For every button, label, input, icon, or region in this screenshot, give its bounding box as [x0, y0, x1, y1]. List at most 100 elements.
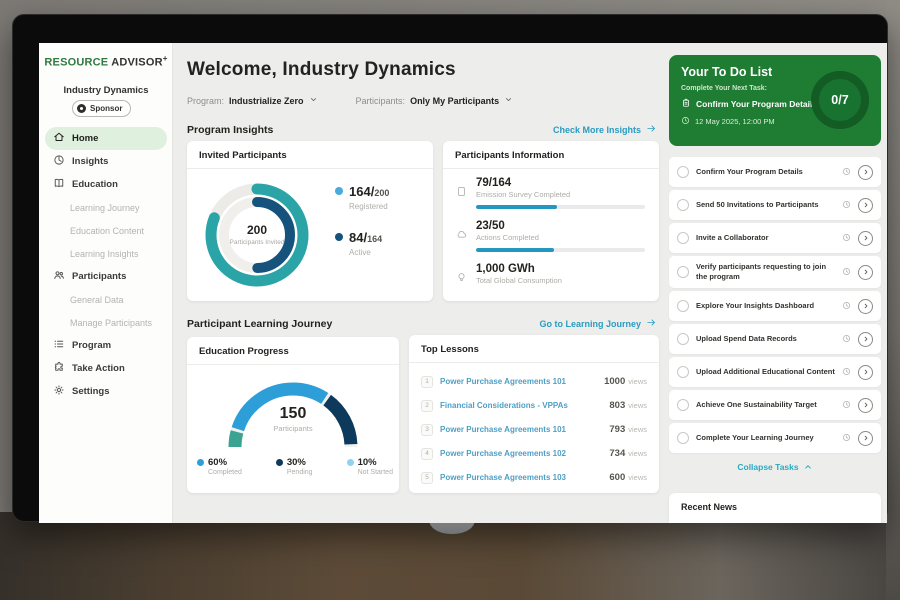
task-checkbox[interactable] [677, 266, 689, 278]
todo-next-task: Confirm Your Program Details [681, 98, 817, 110]
donut-legend-item: 164/200 Registered [335, 183, 389, 211]
chevron-down-icon [309, 95, 318, 106]
program-filter-value: Industrialize Zero [229, 96, 304, 106]
sidebar-item-education[interactable]: Education [39, 173, 173, 196]
participants-info-card: Participants Information 79/164 Emission… [443, 141, 659, 301]
todo-subtitle: Complete Your Next Task: [681, 85, 767, 92]
gauge-legend-item: 60% Completed [197, 457, 242, 476]
lesson-link[interactable]: Power Purchase Agreements 103 [440, 473, 602, 482]
legend-dot [335, 187, 343, 195]
invited-donut-chart: 200 Participants Invited [201, 179, 313, 291]
task-checkbox[interactable] [677, 166, 689, 178]
donut-center-label: 200 Participants Invited [201, 179, 313, 291]
task-row[interactable]: Invite a Collaborator [669, 223, 881, 253]
task-row[interactable]: Explore Your Insights Dashboard [669, 291, 881, 321]
task-checkbox[interactable] [677, 366, 689, 378]
brand-secondary: ADVISOR [111, 57, 163, 69]
sidebar-item-learning-journey[interactable]: Learning Journey [39, 196, 173, 219]
clock-icon [842, 196, 851, 214]
education-icon [53, 177, 65, 192]
arrow-right-icon [646, 317, 657, 330]
go-to-learning-journey-link[interactable]: Go to Learning Journey [539, 317, 657, 330]
lesson-row: 5 Power Purchase Agreements 103 600views [421, 465, 647, 490]
sidebar-item-education-content[interactable]: Education Content [39, 219, 173, 242]
insights-icon [53, 154, 65, 169]
participants-filter[interactable]: Participants: Only My Participants [356, 95, 514, 106]
task-row[interactable]: Achieve One Sustainability Target [669, 390, 881, 420]
task-row[interactable]: Confirm Your Program Details [669, 157, 881, 187]
task-checkbox[interactable] [677, 399, 689, 411]
clock-icon [842, 429, 851, 447]
chevron-up-icon [799, 462, 813, 472]
lesson-views: 734views [609, 448, 647, 459]
check-more-insights-link[interactable]: Check More Insights [553, 123, 657, 136]
gauge-legend: 60% Completed30% Pending10% Not Started [197, 457, 393, 476]
task-checkbox[interactable] [677, 232, 689, 244]
todo-summary-card: Your To Do List Complete Your Next Task:… [669, 55, 881, 146]
task-checkbox[interactable] [677, 333, 689, 345]
task-row[interactable]: Upload Additional Educational Content [669, 357, 881, 387]
arrow-right-icon [646, 123, 657, 136]
sidebar-item-take-action[interactable]: Take Action [39, 357, 173, 380]
todo-progress-ring: 0/7 [811, 71, 869, 129]
lesson-row: 2 Financial Considerations - VPPAs 803vi… [421, 393, 647, 418]
invited-participants-card: Invited Participants 200 Participants In… [187, 141, 433, 301]
legend-dot [197, 459, 204, 466]
task-row[interactable]: Complete Your Learning Journey [669, 423, 881, 453]
lesson-rank: 1 [421, 376, 433, 388]
progress-bar [476, 205, 645, 209]
sponsor-badge[interactable]: Sponsor [72, 100, 131, 117]
main-content: Welcome, Industry Dynamics Program: Indu… [173, 43, 665, 523]
lesson-link[interactable]: Financial Considerations - VPPAs [440, 401, 602, 410]
chevron-right-icon[interactable] [858, 365, 873, 380]
gauge-legend-item: 30% Pending [276, 457, 313, 476]
chevron-right-icon[interactable] [858, 398, 873, 413]
task-checkbox[interactable] [677, 199, 689, 211]
sidebar-item-learning-insights[interactable]: Learning Insights [39, 242, 173, 265]
task-checkbox[interactable] [677, 300, 689, 312]
lesson-row: 1 Power Purchase Agreements 101 1000view… [421, 369, 647, 394]
legend-dot [347, 459, 354, 466]
clock-icon [842, 330, 851, 348]
sidebar-item-settings[interactable]: Settings [39, 380, 173, 403]
chevron-right-icon[interactable] [858, 231, 873, 246]
task-row[interactable]: Send 50 Invitations to Participants [669, 190, 881, 220]
sidebar-item-program[interactable]: Program [39, 334, 173, 357]
brand-plus: + [163, 54, 168, 63]
clock-icon [842, 396, 851, 414]
sidebar: RESOURCE ADVISOR+ Industry Dynamics Spon… [39, 43, 173, 523]
wall-background [886, 0, 900, 600]
program-filter[interactable]: Program: Industrialize Zero [187, 95, 318, 106]
task-row[interactable]: Verify participants requesting to join t… [669, 256, 881, 288]
chevron-right-icon[interactable] [858, 165, 873, 180]
sidebar-item-participants[interactable]: Participants [39, 265, 173, 288]
chevron-right-icon[interactable] [858, 198, 873, 213]
task-checkbox[interactable] [677, 432, 689, 444]
chevron-right-icon[interactable] [858, 431, 873, 446]
gauge-card-title: Education Progress [199, 346, 289, 357]
settings-icon [53, 384, 65, 399]
lesson-rank: 3 [421, 424, 433, 436]
org-name: Industry Dynamics [39, 85, 173, 96]
sidebar-item-manage-participants[interactable]: Manage Participants [39, 311, 173, 334]
lesson-link[interactable]: Power Purchase Agreements 101 [440, 377, 597, 386]
chevron-right-icon[interactable] [858, 265, 873, 280]
sidebar-item-general-data[interactable]: General Data [39, 288, 173, 311]
sidebar-nav: HomeInsightsEducationLearning JourneyEdu… [39, 127, 173, 403]
chevron-down-icon [504, 95, 513, 106]
chevron-right-icon[interactable] [858, 299, 873, 314]
task-row[interactable]: Upload Spend Data Records [669, 324, 881, 354]
lesson-link[interactable]: Power Purchase Agreements 102 [440, 449, 602, 458]
legend-dot [335, 233, 343, 241]
chevron-right-icon[interactable] [858, 332, 873, 347]
recent-news-card: Recent News [669, 493, 881, 523]
lesson-link[interactable]: Power Purchase Agreements 101 [440, 425, 602, 434]
sidebar-item-home[interactable]: Home [45, 127, 167, 150]
collapse-tasks-link[interactable]: Collapse Tasks [669, 462, 881, 472]
sidebar-item-insights[interactable]: Insights [39, 150, 173, 173]
clock-icon [842, 229, 851, 247]
program-icon [53, 338, 65, 353]
lesson-rank: 5 [421, 472, 433, 484]
info-row: 1,000 GWh Total Global Consumption [455, 263, 645, 289]
lesson-rank: 4 [421, 448, 433, 460]
